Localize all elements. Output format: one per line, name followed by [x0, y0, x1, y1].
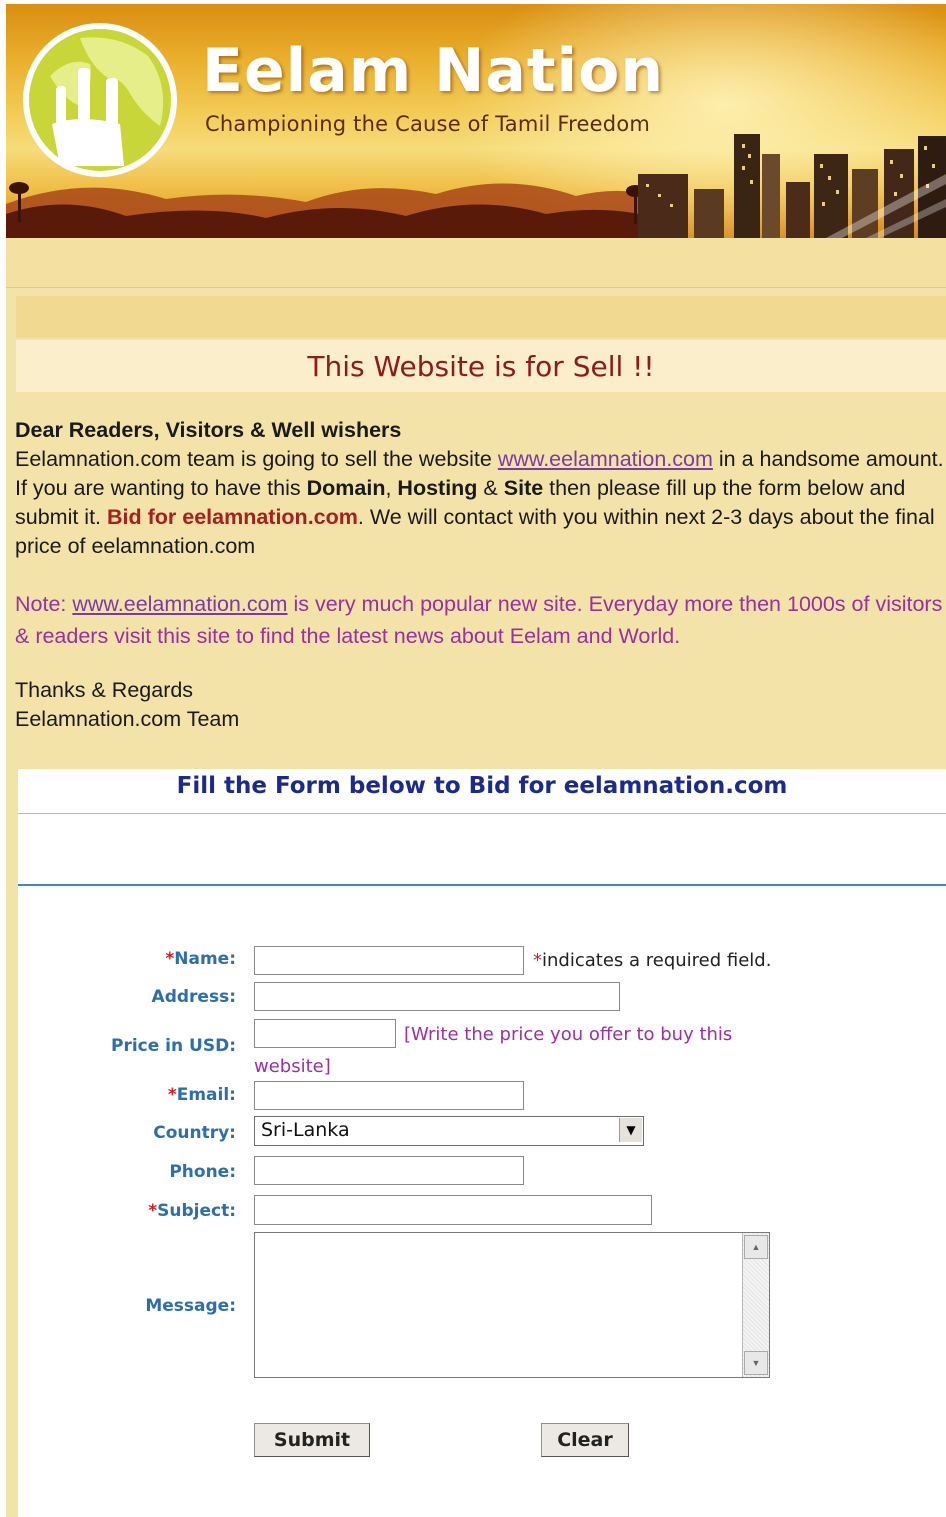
sell-banner: This Website is for Sell !! [16, 340, 946, 392]
domain-emphasis: Domain [306, 476, 386, 500]
page: Eelam Nation Championing the Cause of Ta… [6, 4, 946, 1517]
required-star: * [533, 950, 542, 971]
price-label: Price in USD: [110, 1036, 236, 1056]
letter-body: Eelamnation.com team is going to sell th… [15, 445, 946, 561]
letter-text: , [385, 476, 398, 500]
required-note: *indicates a required field. [533, 950, 771, 971]
address-label: Address: [151, 987, 236, 1007]
subject-label: *Subject: [148, 1201, 236, 1221]
phone-field[interactable] [254, 1156, 524, 1185]
price-field[interactable] [254, 1019, 396, 1048]
navigation-band [6, 239, 946, 288]
name-field[interactable] [254, 946, 524, 975]
required-note-text: indicates a required field. [542, 950, 772, 971]
subject-field[interactable] [254, 1195, 652, 1225]
sale-letter: Dear Readers, Visitors & Well wishers Ee… [15, 416, 946, 734]
country-selected-value: Sri-Lanka [261, 1119, 350, 1141]
price-hint: [Write the price you offer to buy this [404, 1024, 733, 1045]
hosting-emphasis: Hosting [397, 476, 478, 500]
letter-thanks: Thanks & Regards [15, 678, 194, 702]
main-content: This Website is for Sell !! Dear Readers… [15, 296, 946, 1517]
bid-form-header: Fill the Form below to Bid for eelamnati… [18, 769, 946, 814]
letter-greeting: Dear Readers, Visitors & Well wishers [15, 418, 402, 442]
note-label: Note: [15, 592, 73, 616]
scroll-up-arrow-icon[interactable]: ▲ [744, 1235, 768, 1259]
bid-form-title: Fill the Form below to Bid for eelamnati… [176, 773, 788, 799]
letter-signature: Eelamnation.com Team [15, 707, 240, 731]
note-site-link[interactable]: www.eelamnation.com [72, 592, 287, 616]
name-label-text: Name: [174, 949, 236, 969]
letter-text: & [477, 476, 504, 500]
header-banner: Eelam Nation Championing the Cause of Ta… [6, 4, 946, 238]
site-title: Eelam Nation [202, 36, 665, 106]
site-emphasis: Site [503, 476, 544, 500]
name-label: *Name: [165, 949, 236, 969]
price-hint-continued: website] [254, 1056, 331, 1077]
sell-banner-top [16, 296, 946, 338]
site-link[interactable]: www.eelamnation.com [498, 447, 713, 471]
bid-form-panel: Fill the Form below to Bid for eelamnati… [18, 769, 946, 1517]
required-star: * [148, 1201, 158, 1221]
country-select[interactable]: Sri-Lanka ▼ [254, 1116, 644, 1146]
required-star: * [165, 949, 175, 969]
site-tagline: Championing the Cause of Tamil Freedom [205, 112, 651, 136]
message-scrollbar[interactable]: ▲ ▼ [742, 1233, 769, 1377]
bid-emphasis: Bid for eelamnation.com [107, 505, 358, 529]
email-field[interactable] [254, 1081, 524, 1110]
submit-button[interactable]: Submit [254, 1423, 370, 1457]
required-star: * [167, 1085, 177, 1105]
country-label: Country: [153, 1123, 236, 1143]
raised-hands-globe-icon [23, 23, 177, 177]
message-label: Message: [145, 1296, 236, 1316]
phone-label: Phone: [169, 1162, 236, 1182]
chevron-down-icon[interactable]: ▼ [619, 1118, 642, 1142]
scroll-down-arrow-icon[interactable]: ▼ [744, 1351, 768, 1375]
clear-button[interactable]: Clear [541, 1423, 629, 1457]
subject-label-text: Subject: [157, 1201, 236, 1221]
message-textarea[interactable]: ▲ ▼ [254, 1232, 770, 1378]
letter-text: Eelamnation.com team is going to sell th… [15, 447, 498, 471]
email-label: *Email: [168, 1085, 236, 1105]
form-divider [18, 884, 946, 886]
address-field[interactable] [254, 982, 620, 1011]
email-label-text: Email: [176, 1085, 236, 1105]
sell-heading: This Website is for Sell !! [307, 350, 655, 383]
letter-note: Note: www.eelamnation.com is very much p… [15, 588, 946, 652]
